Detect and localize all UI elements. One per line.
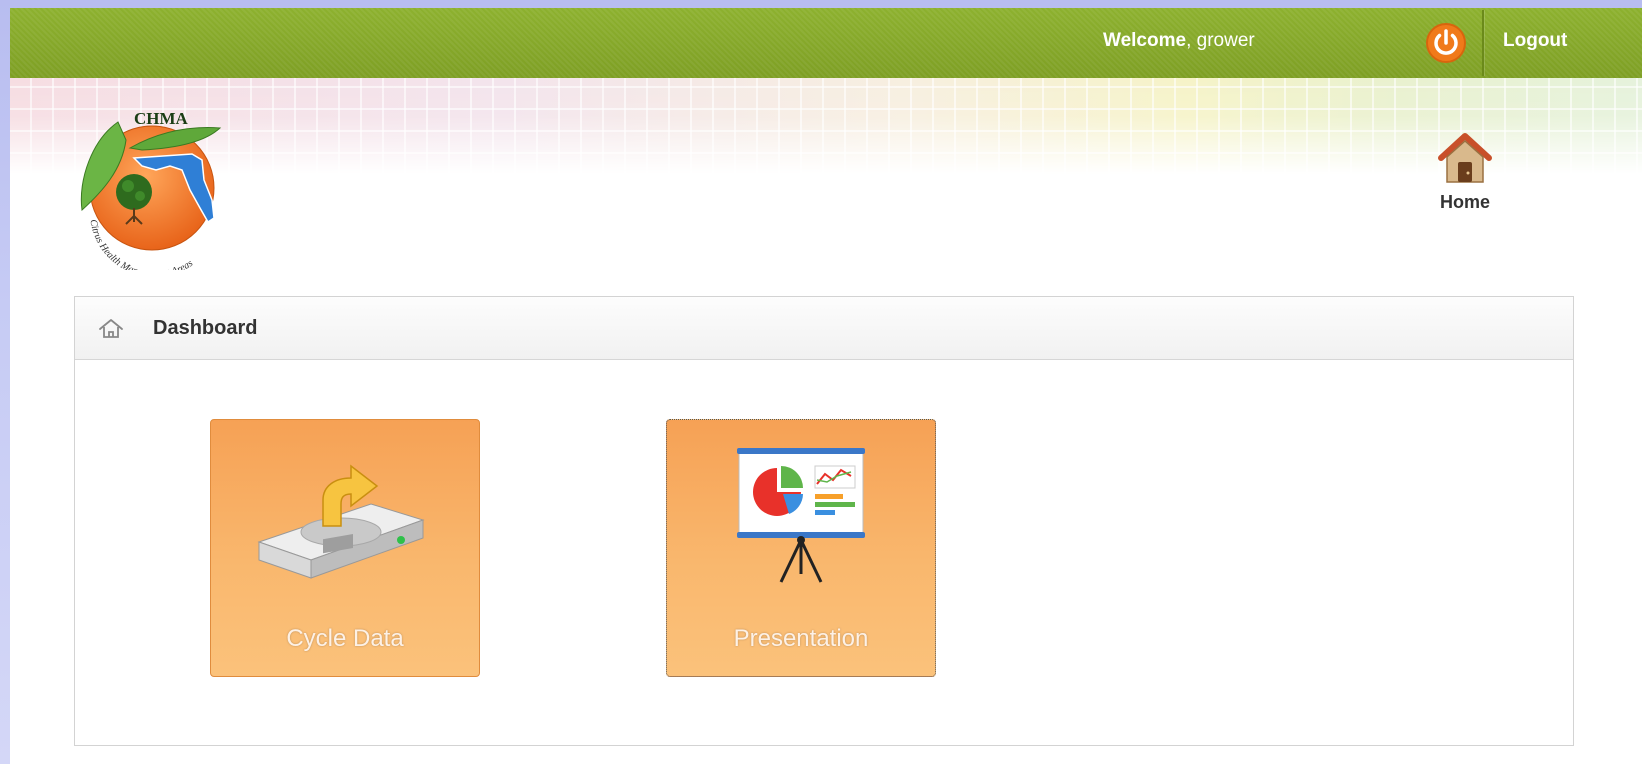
panel-header: Dashboard xyxy=(75,297,1573,360)
header-banner xyxy=(10,78,1642,174)
topbar-divider xyxy=(1482,10,1484,76)
tile-label: Presentation xyxy=(733,625,869,652)
home-nav[interactable]: Home xyxy=(1430,130,1500,213)
welcome-message: Welcome, grower xyxy=(1103,30,1255,52)
home-icon xyxy=(1438,133,1492,183)
welcome-prefix: Welcome xyxy=(1103,30,1187,51)
panel-title: Dashboard xyxy=(153,317,258,339)
home-outline-icon xyxy=(99,319,123,338)
cycle-data-tile[interactable]: Cycle Data xyxy=(210,419,480,677)
top-bar: Welcome, grower Logout xyxy=(10,8,1642,78)
tile-label: Cycle Data xyxy=(286,625,404,652)
dashboard-panel: Dashboard Cycle Data Presentation xyxy=(74,296,1574,746)
presentation-board-icon xyxy=(737,448,865,583)
welcome-username: , grower xyxy=(1186,30,1255,51)
presentation-tile[interactable]: Presentation xyxy=(666,419,936,677)
logout-link[interactable]: Logout xyxy=(1503,30,1567,52)
power-icon[interactable] xyxy=(1425,22,1467,64)
logo-abbreviation: CHMA xyxy=(134,109,189,128)
home-label: Home xyxy=(1439,192,1490,212)
app-window: Welcome, grower Logout CHMA Citrus Healt… xyxy=(10,8,1642,764)
hard-drive-upload-icon xyxy=(257,464,425,579)
chma-logo: CHMA Citrus Health Management Areas xyxy=(80,109,222,270)
